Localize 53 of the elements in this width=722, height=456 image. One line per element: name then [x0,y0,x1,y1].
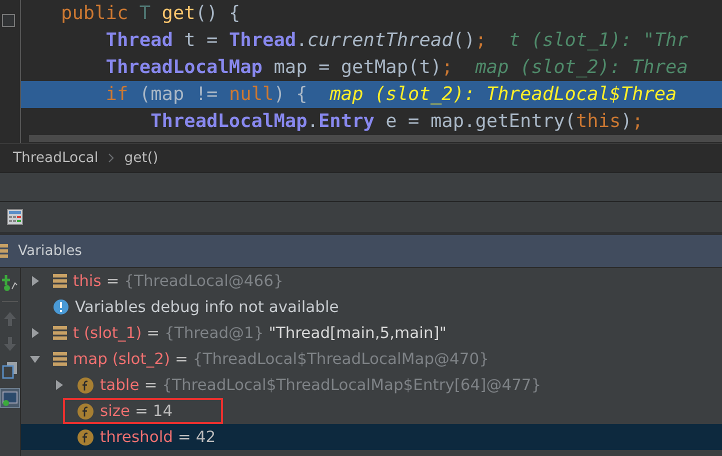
info-message: Variables debug info not available [75,298,339,316]
info-icon [53,299,69,315]
fold-marker-icon[interactable] [2,14,15,27]
expand-arrow-icon[interactable] [29,327,41,339]
object-icon [53,325,67,341]
object-icon [53,351,67,367]
variable-name: this [73,272,102,290]
equals-sign: = [134,402,149,420]
variable-name: table [100,376,140,394]
variable-name: map (slot_2) [73,350,170,368]
calculator-icon[interactable] [7,209,23,225]
variable-name: threshold [100,428,173,446]
expand-arrow-icon[interactable] [53,379,65,391]
equals-sign: = [105,272,120,290]
variable-value: {ThreadLocal@466} [124,272,284,290]
scrollbar[interactable] [29,135,722,142]
tree-row[interactable]: this = {ThreadLocal@466} [21,268,722,294]
equals-sign: = [174,350,189,368]
code-line: ThreadLocalMap.Entry e = map.getEntry(this); [150,110,644,134]
code-line: Thread t = Thread.currentThread(); t (slot_1): "Thr [104,29,689,53]
variable-value: {ThreadLocal$ThreadLocalMap@470} [192,350,489,368]
equals-sign: = [176,428,192,446]
field-icon [77,376,94,394]
tree-row[interactable]: Variables debug info not available [21,294,722,320]
number-value: 42 [196,428,216,446]
variable-value: {ThreadLocal$ThreadLocalMap$Entry[64]@477} [162,376,542,394]
collapse-arrow-icon[interactable] [29,353,41,365]
equals-sign: = [146,324,161,342]
panel-title: Variables [18,243,82,259]
breadcrumb-item[interactable]: get() [124,150,158,166]
variable-name: t (slot_1) [73,324,142,342]
breadcrumb-item[interactable]: ThreadLocal [13,150,98,166]
number-value: 14 [152,402,173,420]
variables-icon [0,243,8,259]
tree-row[interactable]: map (slot_2) = {ThreadLocal$ThreadLocalMap@470} [21,346,722,372]
object-icon [53,273,67,289]
tree-row[interactable]: t (slot_1) = {Thread@1} "Thread[main,5,main]" [21,320,722,346]
field-icon [77,402,94,420]
tree-row[interactable]: table = {ThreadLocal$ThreadLocalMap$Entry[64]@477} [21,372,722,398]
expand-arrow-icon[interactable] [29,275,41,287]
variable-value: {Thread@1} [164,324,264,342]
chevron-icon [108,153,114,163]
code-line: public T get() { [60,2,242,26]
code-line: ThreadLocalMap map = getMap(t); map (slot_2): Threa [104,56,689,80]
string-value: "Thread[main,5,main]" [268,324,446,342]
tree-row[interactable]: size = 14 [21,398,722,424]
add-watch-icon[interactable] [2,274,18,292]
variable-name: size [100,402,130,420]
copy-icon[interactable] [2,361,18,379]
field-icon [77,428,94,446]
tree-row[interactable]: threshold = 42 [21,424,722,450]
watch-toggle-icon[interactable] [0,388,20,408]
equals-sign: = [143,376,158,394]
